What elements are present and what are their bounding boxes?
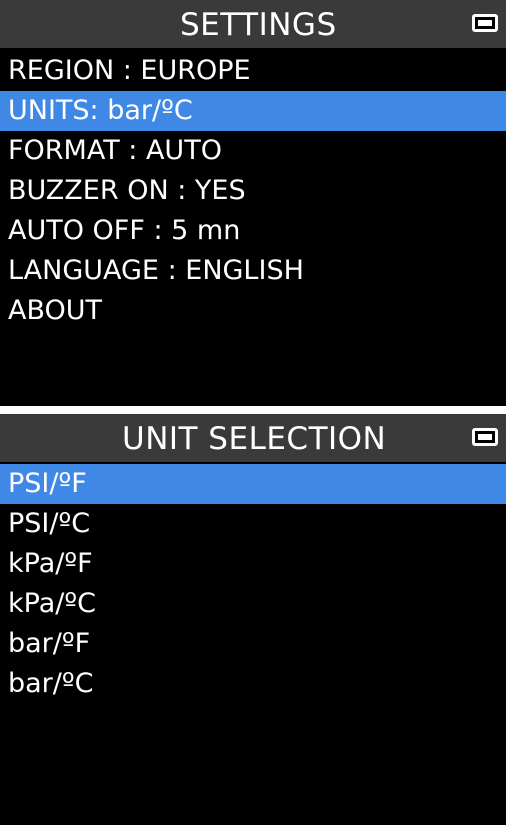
settings-title: SETTINGS	[180, 7, 337, 43]
unit-option-bar-c[interactable]: bar/ºC	[0, 664, 506, 704]
unit-selection-menu: PSI/ºF PSI/ºC kPa/ºF kPa/ºC bar/ºF bar/º…	[0, 464, 506, 704]
menu-item-auto-off[interactable]: AUTO OFF : 5 mn	[0, 211, 506, 251]
menu-item-format[interactable]: FORMAT : AUTO	[0, 131, 506, 171]
menu-item-buzzer[interactable]: BUZZER ON : YES	[0, 171, 506, 211]
unit-option-kpa-c[interactable]: kPa/ºC	[0, 584, 506, 624]
battery-icon	[472, 14, 498, 32]
menu-item-language[interactable]: LANGUAGE : ENGLISH	[0, 251, 506, 291]
settings-screen: SETTINGS REGION : EUROPE UNITS: bar/ºC F…	[0, 0, 506, 406]
unit-option-psi-c[interactable]: PSI/ºC	[0, 504, 506, 544]
menu-item-units[interactable]: UNITS: bar/ºC	[0, 91, 506, 131]
menu-item-about[interactable]: ABOUT	[0, 291, 506, 331]
unit-option-psi-f[interactable]: PSI/ºF	[0, 464, 506, 504]
settings-menu: REGION : EUROPE UNITS: bar/ºC FORMAT : A…	[0, 51, 506, 331]
menu-item-region[interactable]: REGION : EUROPE	[0, 51, 506, 91]
unit-selection-title-bar: UNIT SELECTION	[0, 414, 506, 462]
battery-icon	[472, 428, 498, 446]
unit-selection-screen: UNIT SELECTION PSI/ºF PSI/ºC kPa/ºF kPa/…	[0, 414, 506, 825]
unit-option-kpa-f[interactable]: kPa/ºF	[0, 544, 506, 584]
unit-selection-title: UNIT SELECTION	[122, 421, 387, 457]
settings-title-bar: SETTINGS	[0, 0, 506, 48]
unit-option-bar-f[interactable]: bar/ºF	[0, 624, 506, 664]
